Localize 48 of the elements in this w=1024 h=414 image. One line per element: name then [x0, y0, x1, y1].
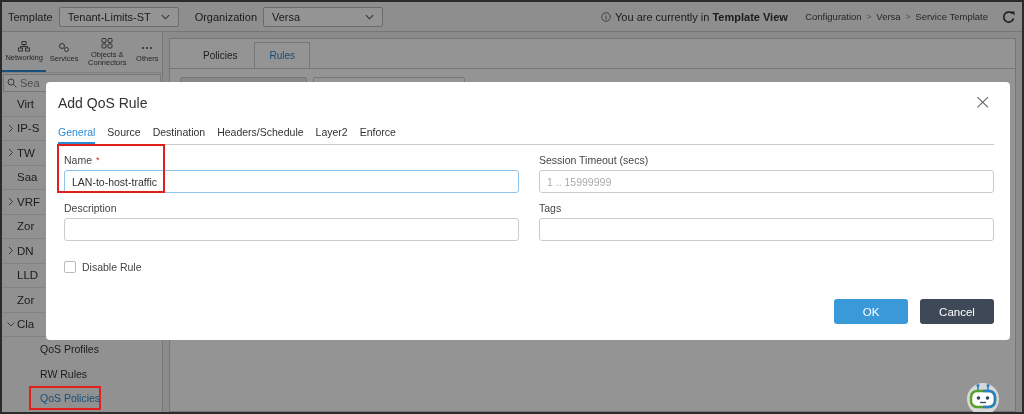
tab[interactable]: Source: [107, 126, 141, 144]
organization-label: Organization: [194, 10, 257, 23]
dialog-title: Add QoS Rule: [58, 95, 148, 111]
tab[interactable]: General: [58, 126, 96, 144]
chevron-icon[interactable]: [6, 321, 16, 328]
ok-button[interactable]: OK: [834, 299, 908, 324]
breadcrumb-link[interactable]: Service Template: [915, 11, 988, 22]
template-select[interactable]: Tenant-Limits-ST: [58, 6, 179, 27]
close-button[interactable]: ×: [971, 91, 994, 113]
required-mark: *: [96, 155, 100, 165]
tab[interactable]: Layer2: [315, 126, 348, 144]
chevron-icon[interactable]: [8, 148, 14, 158]
tab[interactable]: Headers/Schedule: [217, 126, 304, 144]
field-label: Description: [64, 202, 117, 214]
info-icon: [601, 11, 611, 22]
chevron-icon[interactable]: [8, 197, 14, 207]
network-icon: [18, 40, 31, 52]
caret-icon: [160, 13, 170, 20]
tab[interactable]: Enforce: [359, 126, 396, 144]
field-label: Name: [64, 154, 92, 166]
view-notice: You are currently in Template View: [615, 10, 788, 23]
checkbox-label: Disable Rule: [82, 261, 142, 273]
tab[interactable]: Policies: [188, 42, 253, 68]
breadcrumb-link[interactable]: Versa: [876, 11, 901, 22]
cancel-button[interactable]: Cancel: [920, 299, 994, 324]
tab[interactable]: Destination: [152, 126, 206, 144]
input-field[interactable]: [64, 218, 519, 241]
tab[interactable]: Rules: [254, 42, 311, 68]
robot-icon[interactable]: [966, 382, 1000, 412]
organization-select[interactable]: Versa: [263, 6, 383, 27]
input-field[interactable]: 1 .. 15999999: [539, 170, 994, 193]
breadcrumb-separator: >: [866, 12, 872, 21]
chevron-icon[interactable]: [8, 123, 14, 133]
checkbox[interactable]: [64, 261, 76, 273]
sidebar-item[interactable]: RW Rules: [2, 361, 162, 386]
caret-icon: [365, 13, 374, 20]
field-label: Session Timeout (secs): [539, 154, 649, 166]
search-icon: [7, 78, 17, 88]
input-field[interactable]: [539, 218, 994, 241]
field-label: Tags: [539, 202, 562, 214]
refresh-icon[interactable]: [1002, 9, 1016, 24]
template-label: Template: [8, 10, 53, 23]
chevron-icon[interactable]: [8, 246, 14, 256]
breadcrumb-link[interactable]: Configuration: [805, 11, 862, 22]
input-field[interactable]: LAN-to-host-traffic: [64, 170, 519, 193]
grid-icon: [101, 37, 114, 49]
sidebar-item[interactable]: QoS Policies: [2, 386, 162, 411]
breadcrumb-separator: >: [905, 12, 911, 21]
